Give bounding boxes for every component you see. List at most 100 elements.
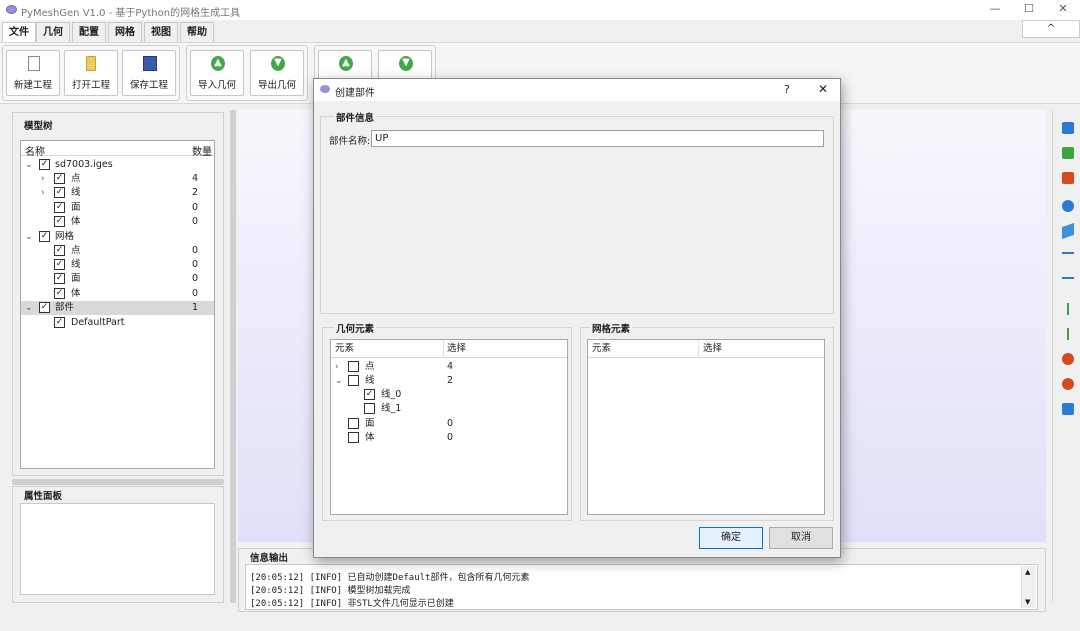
checkbox[interactable]: ✓ (54, 202, 65, 213)
tree-row-mesh-points[interactable]: ✓ 点 0 (21, 244, 214, 258)
collapse-icon[interactable]: ⌄ (25, 158, 33, 172)
geom-row-lines[interactable]: ⌄ 线 2 (331, 374, 567, 388)
geom-row-faces[interactable]: 面 0 (331, 417, 567, 431)
header-element: 元素 (335, 343, 355, 354)
cube-solid-icon[interactable] (1062, 172, 1074, 184)
help-button[interactable]: ? (784, 83, 790, 96)
geom-row-line-1[interactable]: 线_1 (331, 402, 567, 416)
tree-header: 名称 数量 (21, 141, 214, 158)
ribbon-collapse-button[interactable]: ^ (1022, 20, 1080, 38)
tree-row-mesh-bodies[interactable]: ✓ 体 0 (21, 287, 214, 301)
checkbox[interactable]: ✓ (54, 216, 65, 227)
tree-row-label: 部件 (55, 302, 75, 313)
checkbox[interactable]: ✓ (54, 288, 65, 299)
model-tree[interactable]: 名称 数量 ⌄ ✓ sd7003.iges › ✓ 点 4 › ✓ 线 2 ✓ … (20, 140, 215, 469)
checkbox[interactable]: ✓ (54, 273, 65, 284)
expand-icon[interactable]: › (41, 186, 45, 200)
scroll-up-icon[interactable]: ▲ (1025, 568, 1030, 576)
dialog-close-button[interactable]: ✕ (818, 82, 828, 96)
rotate-icon[interactable] (1062, 200, 1074, 212)
tab-view[interactable]: 视图 (144, 22, 178, 42)
checkbox[interactable] (348, 418, 359, 429)
tree-row-mesh[interactable]: ⌄ ✓ 网格 (21, 230, 214, 244)
checkbox[interactable] (348, 432, 359, 443)
collapse-icon[interactable]: ⌄ (25, 301, 33, 315)
tree-row-bodies[interactable]: ✓ 体 0 (21, 215, 214, 229)
collapse-icon[interactable]: ⌄ (335, 374, 343, 388)
checkbox[interactable]: ✓ (54, 173, 65, 184)
tab-help[interactable]: 帮助 (180, 22, 214, 42)
scroll-down-icon[interactable]: ▼ (1025, 598, 1030, 606)
tree-row-lines[interactable]: › ✓ 线 2 (21, 186, 214, 200)
tab-geometry[interactable]: 几何 (36, 22, 70, 42)
geom-row-label: 体 (365, 432, 375, 443)
tree-row-mesh-faces[interactable]: ✓ 面 0 (21, 272, 214, 286)
geom-row-points[interactable]: › 点 4 (331, 360, 567, 374)
tree-row-geometry-file[interactable]: ⌄ ✓ sd7003.iges (21, 158, 214, 172)
geometry-element-list[interactable]: 元素 选择 › 点 4 ⌄ 线 2 ✓ 线_0 线_1 面 0 体 0 (330, 339, 568, 515)
info-output-log[interactable]: [20:05:12] [INFO] 已自动创建Default部件，包含所有几何元… (245, 564, 1038, 610)
cube-view-icon[interactable] (1062, 122, 1074, 134)
vertical-splitter[interactable] (230, 110, 236, 603)
y-positive-icon[interactable] (1067, 303, 1069, 315)
title-bar: PyMeshGen V1.0 - 基于Python的网格生成工具 — ☐ ✕ (0, 0, 1080, 20)
tree-row-points[interactable]: › ✓ 点 4 (21, 172, 214, 186)
checkbox[interactable]: ✓ (39, 302, 50, 313)
tree-row-count: 0 (192, 216, 199, 227)
checkbox[interactable]: ✓ (54, 187, 65, 198)
geom-row-bodies[interactable]: 体 0 (331, 431, 567, 445)
import-geometry-button[interactable]: ▲ 导入几何 (190, 50, 244, 96)
checkbox[interactable]: ✓ (54, 245, 65, 256)
import-geometry-label: 导入几何 (197, 80, 236, 91)
geom-row-label: 线_0 (381, 389, 402, 400)
part-name-input[interactable]: UP (371, 130, 824, 147)
y-negative-icon[interactable] (1067, 328, 1069, 340)
save-project-button[interactable]: 保存工程 (122, 50, 176, 96)
checkbox[interactable] (348, 361, 359, 372)
tree-row-mesh-lines[interactable]: ✓ 线 0 (21, 258, 214, 272)
checkbox[interactable] (348, 375, 359, 386)
tab-config[interactable]: 配置 (72, 22, 106, 42)
z-negative-icon[interactable] (1062, 378, 1074, 390)
collapse-icon[interactable]: ⌄ (25, 230, 33, 244)
checkbox[interactable]: ✓ (39, 159, 50, 170)
expand-icon[interactable]: › (335, 360, 339, 374)
geom-row-count: 0 (447, 418, 454, 429)
expand-icon[interactable]: › (41, 172, 45, 186)
iso-view-icon[interactable] (1062, 403, 1074, 415)
tree-row-faces[interactable]: ✓ 面 0 (21, 201, 214, 215)
ok-button[interactable]: 确定 (699, 527, 763, 549)
x-positive-icon[interactable] (1062, 252, 1074, 254)
geom-row-count: 4 (447, 361, 454, 372)
x-negative-icon[interactable] (1062, 277, 1074, 279)
tree-row-parts[interactable]: ⌄ ✓ 部件 1 (21, 301, 214, 315)
tree-row-default-part[interactable]: ✓ DefaultPart (21, 316, 214, 330)
cube-wireframe-icon[interactable] (1062, 147, 1074, 159)
open-project-button[interactable]: 打开工程 (64, 50, 118, 96)
tree-row-label: 点 (71, 245, 81, 256)
log-scrollbar[interactable]: ▲ ▼ (1021, 566, 1036, 608)
checkbox[interactable]: ✓ (54, 259, 65, 270)
header-element: 元素 (592, 343, 612, 354)
z-positive-icon[interactable] (1062, 353, 1074, 365)
geom-row-line-0[interactable]: ✓ 线_0 (331, 388, 567, 402)
list-header: 元素 选择 (588, 340, 824, 358)
panel-splitter[interactable] (12, 479, 224, 485)
cancel-button[interactable]: 取消 (769, 527, 833, 549)
tab-mesh[interactable]: 网格 (108, 22, 142, 42)
maximize-button[interactable]: ☐ (1012, 0, 1046, 20)
checkbox[interactable]: ✓ (39, 231, 50, 242)
plane-view-icon[interactable] (1062, 222, 1074, 240)
tree-row-count: 0 (192, 245, 199, 256)
tab-file[interactable]: 文件 (2, 22, 36, 43)
minimize-button[interactable]: — (978, 0, 1012, 20)
arrow-up-icon: ▲ (211, 56, 225, 71)
model-tree-title: 模型树 (24, 121, 53, 132)
checkbox[interactable] (364, 403, 375, 414)
close-button[interactable]: ✕ (1046, 0, 1080, 20)
export-geometry-button[interactable]: ▼ 导出几何 (250, 50, 304, 96)
checkbox[interactable]: ✓ (364, 389, 375, 400)
checkbox[interactable]: ✓ (54, 317, 65, 328)
new-project-button[interactable]: 新建工程 (6, 50, 60, 96)
mesh-element-list[interactable]: 元素 选择 (587, 339, 825, 515)
